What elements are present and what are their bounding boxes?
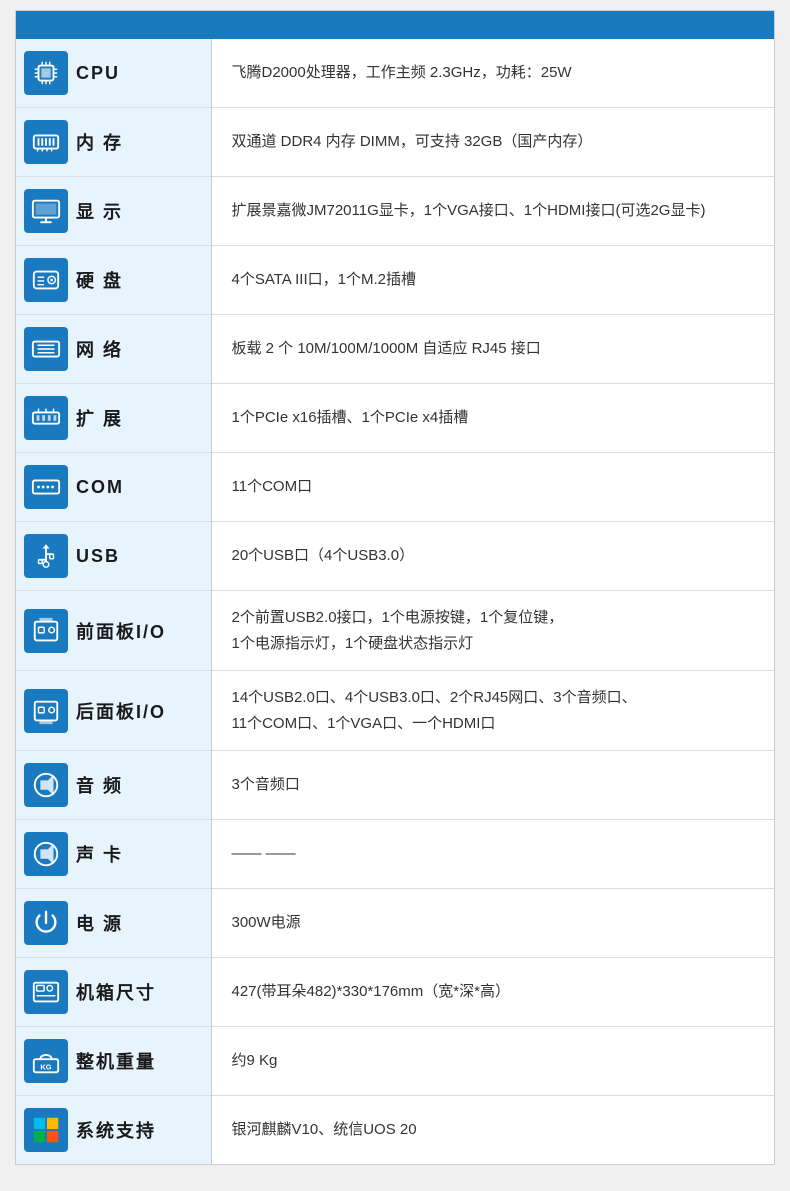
spec-table: CPU 飞腾D2000处理器，工作主频 2.3GHz，功耗：25W 内 存 双通道 D… [16,39,774,1164]
value-cell-hdd: 4个SATA III口，1个M.2插槽 [211,246,774,315]
rear-io-icon [24,689,68,733]
label-cell-memory: 内 存 [16,108,211,177]
label-text-chassis: 机箱尺寸 [76,979,156,1005]
value-cell-cpu: 飞腾D2000处理器，工作主频 2.3GHz，功耗：25W [211,39,774,108]
label-cell-hdd: 硬 盘 [16,246,211,315]
label-text-hdd: 硬 盘 [76,267,123,293]
front-io-icon [24,609,68,653]
value-cell-memory: 双通道 DDR4 内存 DIMM，可支持 32GB（国产内存） [211,108,774,177]
value-cell-display: 扩展景嘉微JM72011G显卡，1个VGA接口、1个HDMI接口(可选2G显卡) [211,177,774,246]
table-row: 声 卡 —— —— [16,820,774,889]
label-cell-chassis: 机箱尺寸 [16,958,211,1027]
hdd-icon [24,258,68,302]
label-text-display: 显 示 [76,198,123,224]
label-cell-network: 网 络 [16,315,211,384]
label-text-cpu: CPU [76,63,120,84]
value-cell-rear-io: 14个USB2.0口、4个USB3.0口、2个RJ45网口、3个音频口、11个C… [211,671,774,751]
label-text-weight: 整机重量 [76,1048,156,1074]
label-text-audio: 音 频 [76,772,123,798]
label-cell-rear-io: 后面板I/O [16,671,211,751]
label-text-com: COM [76,477,124,498]
spec-container: CPU 飞腾D2000处理器，工作主频 2.3GHz，功耗：25W 内 存 双通道 D… [15,10,775,1165]
power-icon [24,901,68,945]
table-row: USB 20个USB口（4个USB3.0） [16,522,774,591]
display-icon [24,189,68,233]
memory-icon [24,120,68,164]
table-row: 前面板I/O 2个前置USB2.0接口，1个电源按键，1个复位键，1个电源指示灯，… [16,591,774,671]
value-cell-audio: 3个音频口 [211,751,774,820]
network-icon [24,327,68,371]
label-cell-cpu: CPU [16,39,211,108]
table-row: COM 11个COM口 [16,453,774,522]
value-cell-chassis: 427(带耳朵482)*330*176mm（宽*深*高） [211,958,774,1027]
table-row: 扩 展 1个PCIe x16插槽、1个PCIe x4插槽 [16,384,774,453]
cpu-icon [24,51,68,95]
chassis-icon [24,970,68,1014]
label-text-front-io: 前面板I/O [76,618,166,644]
label-cell-expansion: 扩 展 [16,384,211,453]
table-row: 机箱尺寸 427(带耳朵482)*330*176mm（宽*深*高） [16,958,774,1027]
label-cell-audio: 音 频 [16,751,211,820]
value-cell-soundcard: —— —— [211,820,774,889]
value-cell-power: 300W电源 [211,889,774,958]
label-text-memory: 内 存 [76,129,123,155]
table-row: 显 示 扩展景嘉微JM72011G显卡，1个VGA接口、1个HDMI接口(可选2G… [16,177,774,246]
weight-icon: KG [24,1039,68,1083]
label-cell-com: COM [16,453,211,522]
value-cell-network: 板载 2 个 10M/100M/1000M 自适应 RJ45 接口 [211,315,774,384]
label-text-usb: USB [76,546,120,567]
label-text-os: 系统支持 [76,1117,156,1143]
audio-icon [24,763,68,807]
value-cell-expansion: 1个PCIe x16插槽、1个PCIe x4插槽 [211,384,774,453]
value-cell-com: 11个COM口 [211,453,774,522]
label-cell-display: 显 示 [16,177,211,246]
label-text-power: 电 源 [76,910,123,936]
os-icon [24,1108,68,1152]
label-cell-power: 电 源 [16,889,211,958]
table-row: 电 源 300W电源 [16,889,774,958]
soundcard-icon [24,832,68,876]
label-text-rear-io: 后面板I/O [76,698,166,724]
label-cell-weight: KG 整机重量 [16,1027,211,1096]
label-cell-usb: USB [16,522,211,591]
value-cell-os: 银河麒麟V10、统信UOS 20 [211,1096,774,1165]
table-row: 硬 盘 4个SATA III口，1个M.2插槽 [16,246,774,315]
label-cell-os: 系统支持 [16,1096,211,1165]
label-text-network: 网 络 [76,336,123,362]
page-title [16,11,774,39]
label-cell-front-io: 前面板I/O [16,591,211,671]
value-cell-usb: 20个USB口（4个USB3.0） [211,522,774,591]
label-text-soundcard: 声 卡 [76,841,123,867]
value-cell-weight: 约9 Kg [211,1027,774,1096]
expansion-icon [24,396,68,440]
table-row: 内 存 双通道 DDR4 内存 DIMM，可支持 32GB（国产内存） [16,108,774,177]
table-row: 音 频 3个音频口 [16,751,774,820]
svg-text:KG: KG [40,1062,51,1071]
table-row: 后面板I/O 14个USB2.0口、4个USB3.0口、2个RJ45网口、3个音频… [16,671,774,751]
label-text-expansion: 扩 展 [76,405,123,431]
table-row: CPU 飞腾D2000处理器，工作主频 2.3GHz，功耗：25W [16,39,774,108]
usb-icon [24,534,68,578]
value-cell-front-io: 2个前置USB2.0接口，1个电源按键，1个复位键，1个电源指示灯，1个硬盘状态… [211,591,774,671]
table-row: 系统支持 银河麒麟V10、统信UOS 20 [16,1096,774,1165]
label-cell-soundcard: 声 卡 [16,820,211,889]
table-row: 网 络 板载 2 个 10M/100M/1000M 自适应 RJ45 接口 [16,315,774,384]
table-row: KG 整机重量 约9 Kg [16,1027,774,1096]
com-icon [24,465,68,509]
